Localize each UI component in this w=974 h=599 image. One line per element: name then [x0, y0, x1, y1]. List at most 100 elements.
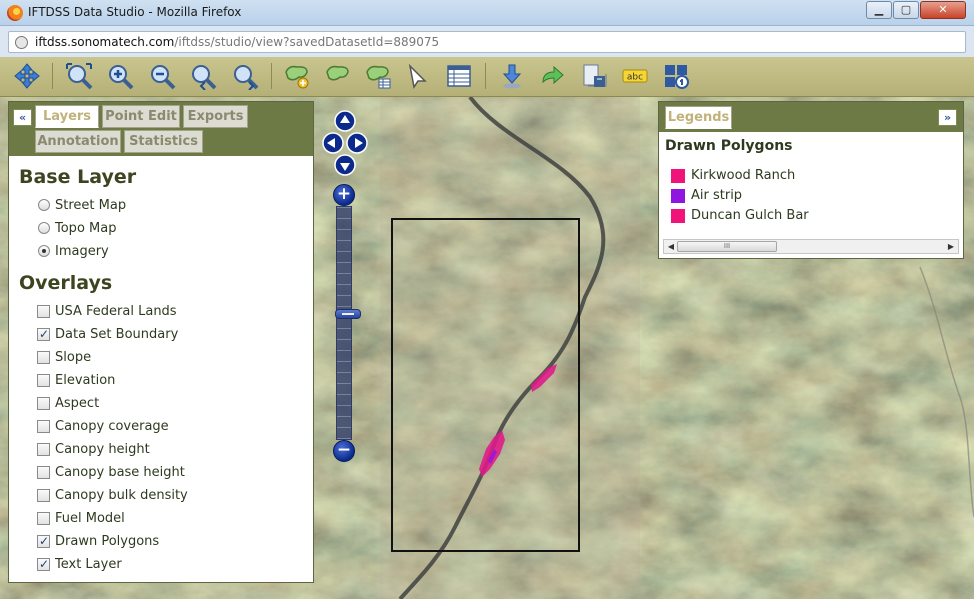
- url-field[interactable]: iftdss.sonomatech.com/iftdss/studio/view…: [8, 31, 966, 53]
- overlay-option[interactable]: Aspect: [19, 396, 303, 419]
- add-polygon-icon[interactable]: [282, 61, 312, 91]
- collapse-panel-button[interactable]: «: [13, 109, 32, 126]
- radio-button[interactable]: [38, 245, 50, 257]
- tab-point-edit[interactable]: Point Edit: [102, 105, 180, 128]
- legend-item: Duncan Gulch Bar: [665, 208, 957, 228]
- checkbox[interactable]: [37, 326, 50, 342]
- zoom-in-icon[interactable]: [105, 61, 135, 91]
- import-icon[interactable]: [497, 61, 527, 91]
- window-titlebar: IFTDSS Data Studio - Mozilla Firefox ▁ ▢…: [0, 0, 974, 26]
- overlay-option[interactable]: Canopy bulk density: [19, 488, 303, 511]
- legend-body: Drawn Polygons Kirkwood Ranch Air strip Du…: [659, 132, 963, 240]
- tab-legends[interactable]: Legends: [665, 106, 732, 129]
- select-pointer-icon[interactable]: [403, 61, 433, 91]
- checkbox[interactable]: [37, 512, 50, 525]
- tab-statistics[interactable]: Statistics: [124, 130, 203, 153]
- overlay-label: Drawn Polygons: [55, 534, 160, 549]
- overlay-label: Fuel Model: [55, 511, 125, 526]
- checkbox[interactable]: [37, 420, 50, 433]
- overlay-option[interactable]: Elevation: [19, 373, 303, 396]
- base-layer-label: Topo Map: [55, 221, 117, 236]
- zoom-out-button[interactable]: −: [333, 440, 355, 462]
- tab-annotation[interactable]: Annotation: [35, 130, 121, 153]
- legend-swatch: [671, 169, 685, 183]
- zoom-extent-icon[interactable]: [64, 61, 94, 91]
- pan-control: [322, 110, 368, 176]
- overlay-option[interactable]: Canopy base height: [19, 465, 303, 488]
- base-layer-option[interactable]: Imagery: [19, 244, 303, 267]
- base-layer-heading: Base Layer: [19, 166, 137, 188]
- zoom-slider[interactable]: [335, 309, 361, 319]
- tab-exports[interactable]: Exports: [183, 105, 248, 128]
- zoom-bar: + −: [333, 184, 361, 462]
- base-layer-option[interactable]: Topo Map: [19, 221, 303, 244]
- overlay-label: Elevation: [55, 373, 116, 388]
- zoom-next-icon[interactable]: [230, 61, 260, 91]
- overlay-option[interactable]: Text Layer: [19, 556, 303, 580]
- base-layer-label: Imagery: [55, 244, 109, 259]
- overlay-label: Canopy height: [55, 442, 150, 457]
- base-layer-options: Street Map Topo Map Imagery: [19, 198, 303, 267]
- scroll-right-icon[interactable]: ▶: [945, 241, 957, 253]
- scrollbar-thumb[interactable]: III: [677, 241, 777, 252]
- overlay-label: Canopy coverage: [55, 419, 169, 434]
- zoom-track[interactable]: [335, 206, 361, 440]
- checkbox[interactable]: [37, 443, 50, 456]
- radio-button[interactable]: [38, 222, 50, 234]
- toolbar-separator: [52, 63, 53, 89]
- scroll-left-icon[interactable]: ◀: [665, 241, 677, 253]
- legends-panel: Legends » Drawn Polygons Kirkwood Ranch A…: [658, 101, 964, 259]
- expand-panel-button[interactable]: »: [938, 109, 957, 126]
- layers-panel: « Layers Point Edit Exports Annotation S…: [8, 101, 314, 583]
- checkbox[interactable]: [37, 533, 50, 549]
- pan-icon[interactable]: [12, 61, 42, 91]
- overlay-option[interactable]: USA Federal Lands: [19, 304, 303, 327]
- overlay-option[interactable]: Slope: [19, 350, 303, 373]
- save-icon[interactable]: [579, 61, 609, 91]
- data-table-icon[interactable]: [444, 61, 474, 91]
- identify-icon[interactable]: [661, 61, 691, 91]
- radio-button[interactable]: [38, 199, 50, 211]
- tab-layers[interactable]: Layers: [35, 105, 99, 128]
- toolbar-separator: [485, 63, 486, 89]
- legend-label: Kirkwood Ranch: [691, 168, 796, 183]
- zoom-in-button[interactable]: +: [333, 184, 355, 206]
- legend-horizontal-scrollbar[interactable]: ◀ III ▶: [663, 239, 959, 254]
- overlay-options: USA Federal Lands Data Set Boundary Slope E…: [19, 304, 303, 580]
- polygon-table-icon[interactable]: [363, 61, 393, 91]
- label-icon-text: abc: [627, 73, 643, 83]
- close-button[interactable]: ✕: [920, 1, 966, 19]
- overlay-option[interactable]: Data Set Boundary: [19, 326, 303, 350]
- checkbox[interactable]: [37, 397, 50, 410]
- overlay-option[interactable]: Drawn Polygons: [19, 533, 303, 557]
- checkbox[interactable]: [37, 351, 50, 364]
- base-layer-option[interactable]: Street Map: [19, 198, 303, 221]
- legend-items: Kirkwood Ranch Air strip Duncan Gulch Bar: [665, 168, 957, 228]
- export-icon[interactable]: [538, 61, 568, 91]
- overlay-label: Canopy base height: [55, 465, 185, 480]
- overlay-label: USA Federal Lands: [55, 304, 177, 319]
- checkbox[interactable]: [37, 374, 50, 387]
- checkbox[interactable]: [37, 466, 50, 479]
- checkbox[interactable]: [37, 305, 50, 318]
- legend-label: Duncan Gulch Bar: [691, 208, 809, 223]
- edit-polygon-icon[interactable]: [323, 61, 353, 91]
- legend-item: Kirkwood Ranch: [665, 168, 957, 188]
- checkbox[interactable]: [37, 489, 50, 502]
- overlay-label: Text Layer: [55, 557, 122, 572]
- overlays-heading: Overlays: [19, 272, 113, 294]
- zoom-previous-icon[interactable]: [188, 61, 218, 91]
- minimize-button[interactable]: ▁: [866, 1, 892, 19]
- zoom-out-icon[interactable]: [147, 61, 177, 91]
- overlay-label: Slope: [55, 350, 92, 365]
- map-toolbar: abc: [0, 57, 974, 97]
- overlay-option[interactable]: Canopy height: [19, 442, 303, 465]
- address-bar: iftdss.sonomatech.com/iftdss/studio/view…: [0, 26, 974, 57]
- overlay-option[interactable]: Canopy coverage: [19, 419, 303, 442]
- overlay-option[interactable]: Fuel Model: [19, 511, 303, 534]
- checkbox[interactable]: [37, 556, 50, 572]
- window-title: IFTDSS Data Studio - Mozilla Firefox: [28, 5, 242, 19]
- overlay-label: Data Set Boundary: [55, 327, 179, 342]
- label-icon[interactable]: abc: [620, 61, 650, 91]
- maximize-button[interactable]: ▢: [893, 1, 919, 19]
